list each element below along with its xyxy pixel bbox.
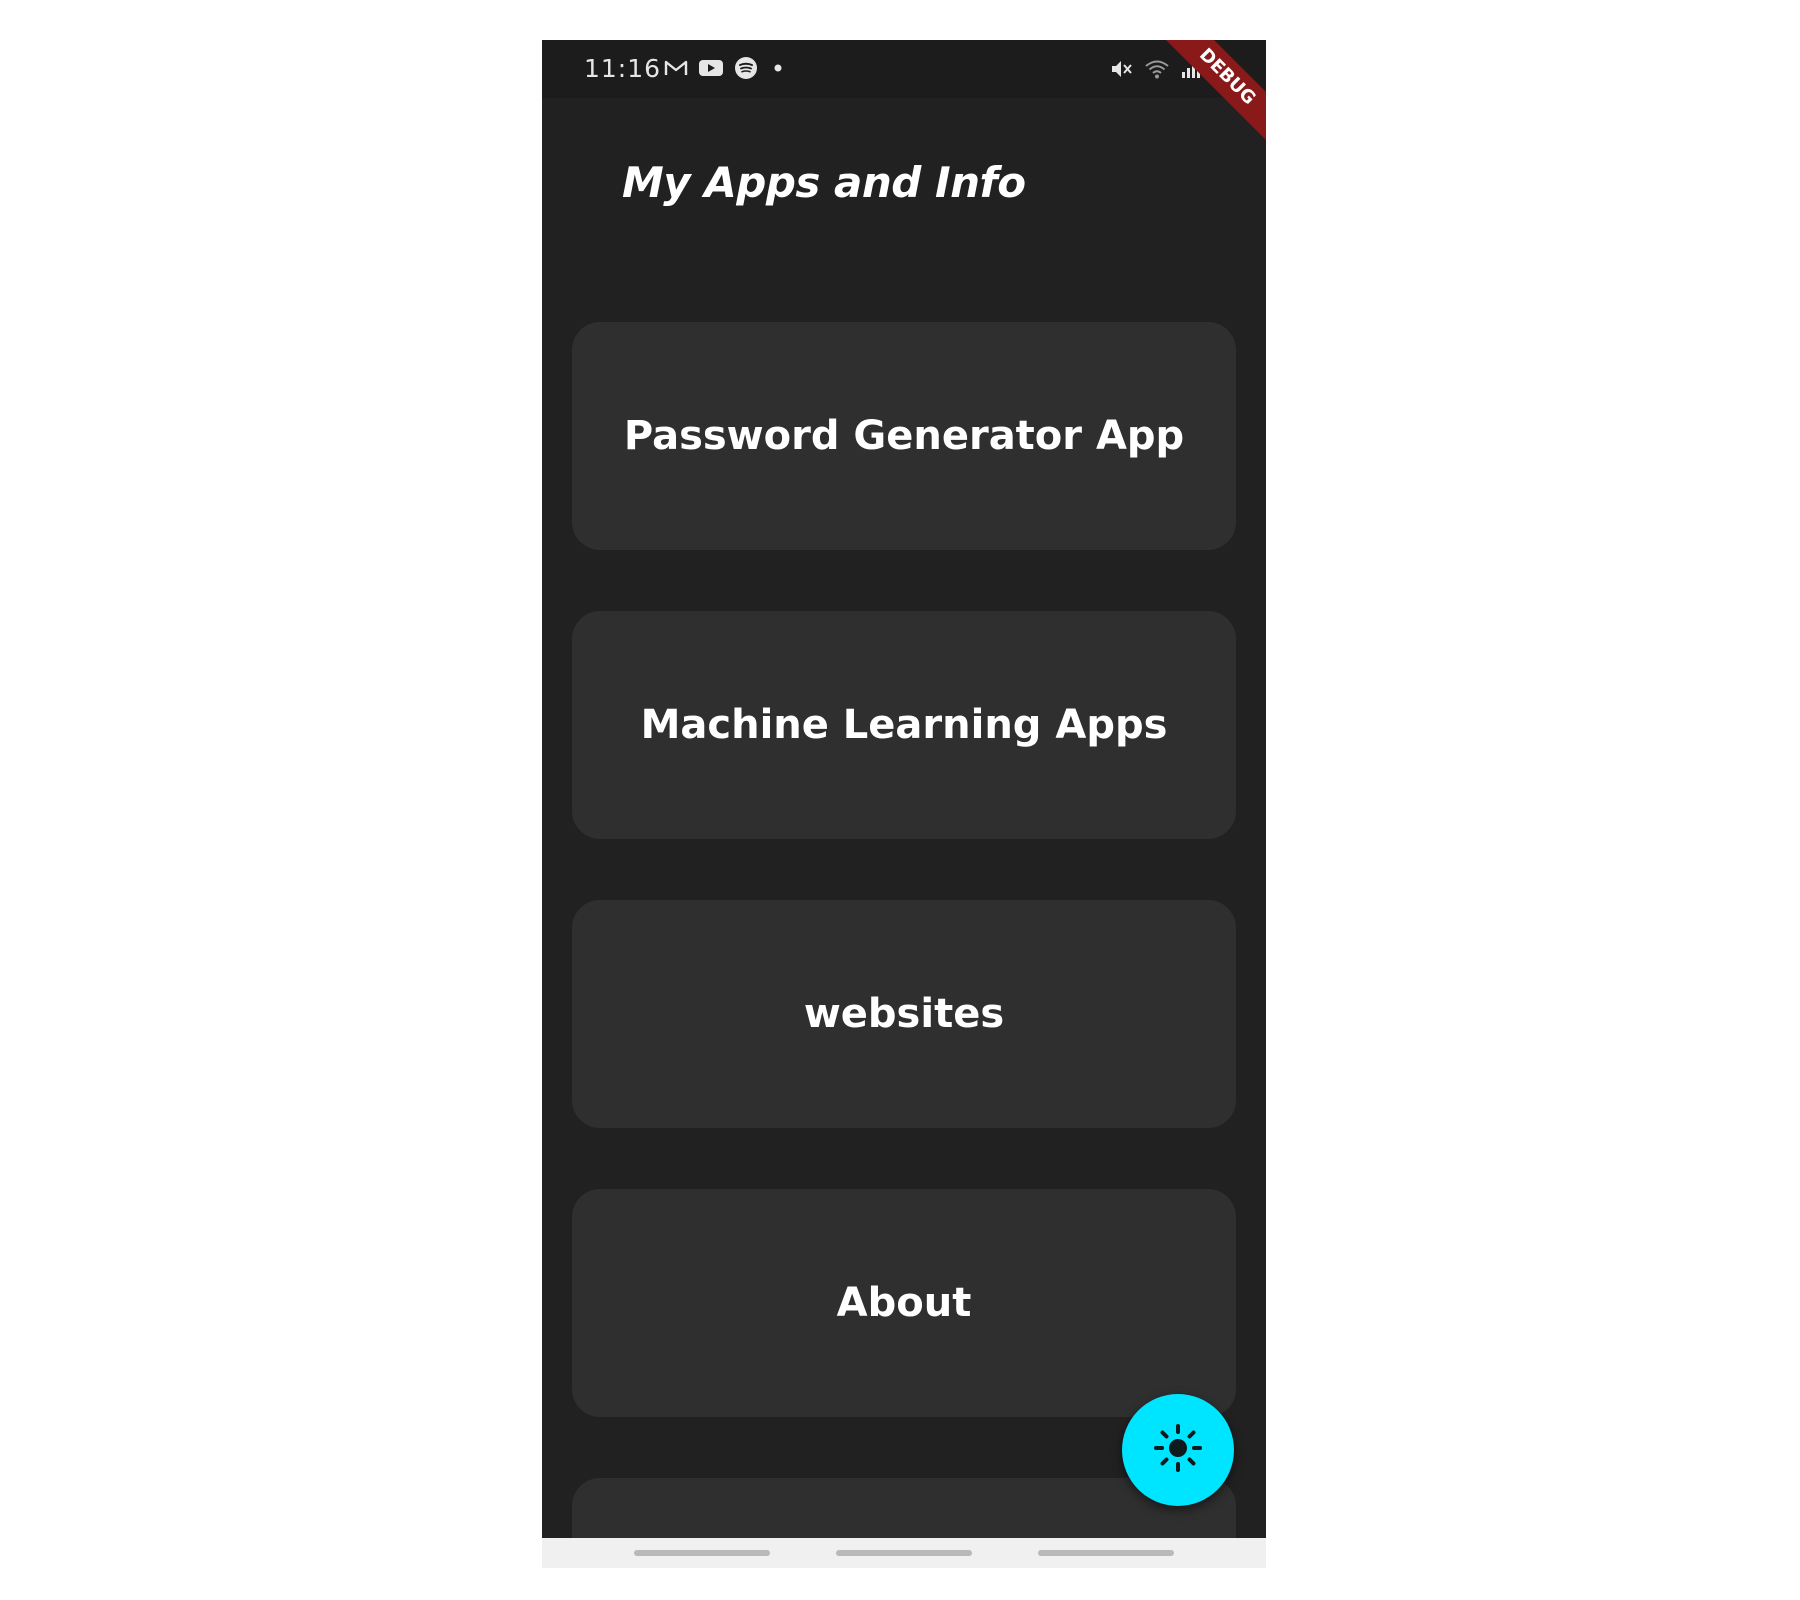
menu-item-websites[interactable]: websites xyxy=(572,900,1236,1128)
nav-home-handle[interactable] xyxy=(836,1550,972,1556)
status-bar: 11:16 DEBUG xyxy=(542,40,1266,150)
system-nav-bar xyxy=(542,1538,1266,1568)
menu-item-about[interactable]: About xyxy=(572,1189,1236,1417)
brightness-icon xyxy=(1150,1420,1206,1480)
status-time: 11:16 xyxy=(584,54,662,83)
nav-back-handle[interactable] xyxy=(1038,1550,1174,1556)
debug-banner: DEBUG xyxy=(1154,40,1266,150)
youtube-icon xyxy=(698,58,724,82)
spotify-icon xyxy=(734,56,758,84)
menu-item-machine-learning[interactable]: Machine Learning Apps xyxy=(572,611,1236,839)
gmail-icon xyxy=(664,58,688,82)
nav-recents-handle[interactable] xyxy=(634,1550,770,1556)
wifi-icon xyxy=(1144,58,1170,84)
menu-item-password-generator[interactable]: Password Generator App xyxy=(572,322,1236,550)
dot-icon xyxy=(768,58,788,82)
phone-screen: 11:16 DEBUG My Apps and Info Password Ge… xyxy=(542,40,1266,1568)
page-title: My Apps and Info xyxy=(622,158,1026,207)
mute-icon xyxy=(1110,58,1134,84)
theme-toggle-button[interactable] xyxy=(1122,1394,1234,1506)
status-notification-icons xyxy=(664,56,788,84)
menu-list: Password Generator App Machine Learning … xyxy=(572,322,1236,1568)
